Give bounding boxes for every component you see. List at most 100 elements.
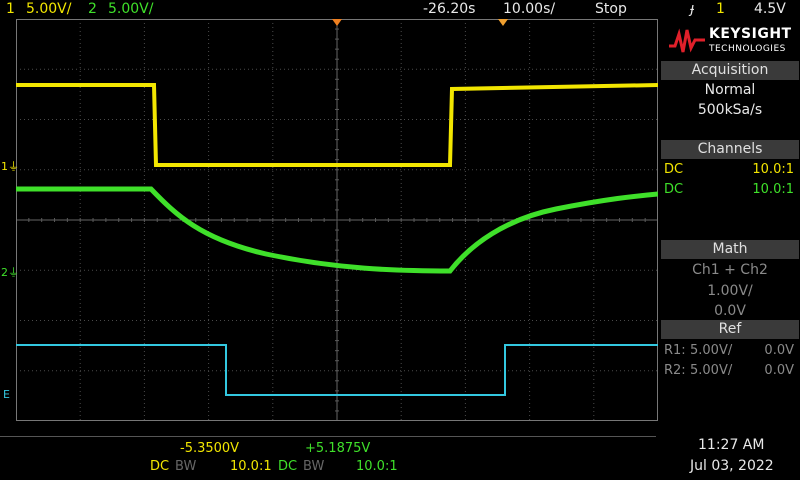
axis-tick bbox=[92, 218, 94, 222]
ch2-scale[interactable]: 5.00V/ bbox=[108, 0, 153, 18]
axis-tick bbox=[335, 219, 339, 221]
axis-tick bbox=[66, 218, 68, 222]
axis-tick bbox=[335, 330, 339, 332]
axis-tick bbox=[503, 218, 505, 222]
axis-tick bbox=[335, 149, 339, 151]
ch1-offset[interactable]: -5.3500V bbox=[180, 441, 239, 456]
horizontal-delay[interactable]: -26.20s bbox=[423, 0, 475, 18]
axis-tick bbox=[554, 218, 556, 222]
axis-tick bbox=[490, 218, 492, 222]
axis-tick bbox=[387, 218, 389, 222]
axis-tick bbox=[233, 218, 235, 222]
axis-tick bbox=[41, 218, 43, 222]
ch1-ground-marker[interactable]: 1⏚ bbox=[1, 158, 19, 174]
axis-tick bbox=[413, 218, 415, 222]
ch1-number[interactable]: 1 bbox=[6, 0, 15, 18]
math-expression: Ch1 + Ch2 bbox=[692, 262, 768, 278]
sample-rate: 500kSa/s bbox=[697, 102, 763, 118]
axis-tick bbox=[28, 218, 30, 222]
ch1-bw-limit: BW bbox=[175, 459, 197, 474]
math-offset: 0.0V bbox=[714, 303, 746, 319]
axis-tick bbox=[323, 218, 325, 222]
axis-tick bbox=[285, 218, 287, 222]
axis-tick bbox=[335, 269, 339, 271]
axis-tick bbox=[335, 350, 339, 352]
axis-tick bbox=[208, 218, 210, 222]
axis-tick bbox=[335, 88, 339, 90]
axis-tick bbox=[310, 218, 312, 222]
axis-tick bbox=[335, 108, 339, 110]
run-state[interactable]: Stop bbox=[595, 0, 627, 18]
ext-marker[interactable]: E bbox=[3, 388, 10, 401]
axis-tick bbox=[335, 119, 339, 120]
axis-tick bbox=[335, 68, 339, 70]
axis-tick bbox=[335, 289, 339, 291]
axis-tick bbox=[335, 380, 339, 382]
timebase[interactable]: 10.00s/ bbox=[503, 0, 555, 18]
axis-tick bbox=[400, 218, 402, 222]
axis-tick bbox=[335, 360, 339, 362]
waveform-display[interactable] bbox=[16, 19, 658, 421]
ch2-offset[interactable]: +5.1875V bbox=[305, 441, 370, 456]
axis-tick bbox=[631, 218, 633, 222]
axis-tick bbox=[335, 259, 339, 261]
axis-tick bbox=[143, 218, 145, 222]
ch1-probe: 10.0:1 bbox=[752, 162, 794, 177]
axis-tick bbox=[335, 320, 339, 321]
axis-tick bbox=[335, 370, 339, 372]
axis-tick bbox=[335, 400, 339, 402]
status-bar: 1 5.00V/ 2 5.00V/ -26.20s 10.00s/ Stop ɟ… bbox=[0, 0, 800, 18]
ch2-bw-limit: BW bbox=[303, 459, 325, 474]
ch1-coupling: DC bbox=[664, 162, 684, 177]
axis-tick bbox=[156, 218, 158, 222]
clock-date: Jul 03, 2022 bbox=[690, 458, 774, 474]
ch2-number[interactable]: 2 bbox=[88, 0, 97, 18]
axis-tick bbox=[335, 340, 339, 342]
ch2-coupling: DC bbox=[664, 182, 684, 197]
axis-tick bbox=[272, 218, 274, 222]
ref-1-row[interactable]: R1: 5.00V/ 0.0V bbox=[664, 343, 794, 358]
axis-tick bbox=[335, 179, 339, 181]
ref-header[interactable]: Ref bbox=[661, 320, 799, 339]
axis-tick bbox=[169, 218, 171, 222]
axis-tick bbox=[349, 218, 351, 222]
trigger-channel-icon: 1 bbox=[716, 1, 725, 17]
axis-tick bbox=[362, 218, 364, 222]
axis-tick bbox=[335, 249, 339, 251]
axis-tick bbox=[79, 218, 81, 222]
axis-tick bbox=[335, 28, 339, 30]
axis-tick bbox=[541, 218, 543, 222]
axis-tick bbox=[54, 218, 56, 222]
bottom-bar: -5.3500V +5.1875V DC BW 10.0:1 DC BW 10.… bbox=[0, 425, 800, 480]
ch1-bottom-coupling: DC bbox=[150, 459, 170, 474]
axis-tick bbox=[452, 218, 454, 222]
trigger-falling-edge-icon[interactable]: ɟ bbox=[690, 0, 695, 18]
axis-tick bbox=[335, 48, 339, 50]
axis-tick bbox=[464, 218, 466, 222]
axis-tick bbox=[593, 218, 595, 222]
channel-2-row[interactable]: DC 10.0:1 bbox=[664, 182, 794, 197]
axis-tick bbox=[335, 78, 339, 80]
axis-tick bbox=[131, 218, 133, 222]
axis-tick bbox=[644, 218, 646, 222]
axis-tick bbox=[477, 218, 479, 222]
axis-tick bbox=[335, 209, 339, 211]
bottom-divider bbox=[0, 436, 656, 437]
trigger-level[interactable]: 4.5V bbox=[754, 0, 786, 18]
axis-tick bbox=[105, 218, 107, 222]
axis-tick bbox=[335, 199, 339, 201]
channels-header[interactable]: Channels bbox=[661, 140, 799, 159]
ref-2-row[interactable]: R2: 5.00V/ 0.0V bbox=[664, 363, 794, 378]
ref1-name: R1: bbox=[664, 343, 686, 358]
channel-1-row[interactable]: DC 10.0:1 bbox=[664, 162, 794, 177]
math-header[interactable]: Math bbox=[661, 240, 799, 259]
acquisition-header[interactable]: Acquisition bbox=[661, 61, 799, 80]
axis-tick bbox=[335, 410, 339, 412]
ch2-ground-marker[interactable]: 2⏚ bbox=[1, 264, 19, 280]
axis-tick bbox=[426, 218, 428, 222]
axis-tick bbox=[335, 98, 339, 100]
axis-tick bbox=[195, 218, 197, 222]
axis-tick bbox=[335, 309, 339, 311]
ch1-scale[interactable]: 5.00V/ bbox=[26, 0, 71, 18]
brand-name: KEYSIGHT bbox=[709, 26, 792, 42]
